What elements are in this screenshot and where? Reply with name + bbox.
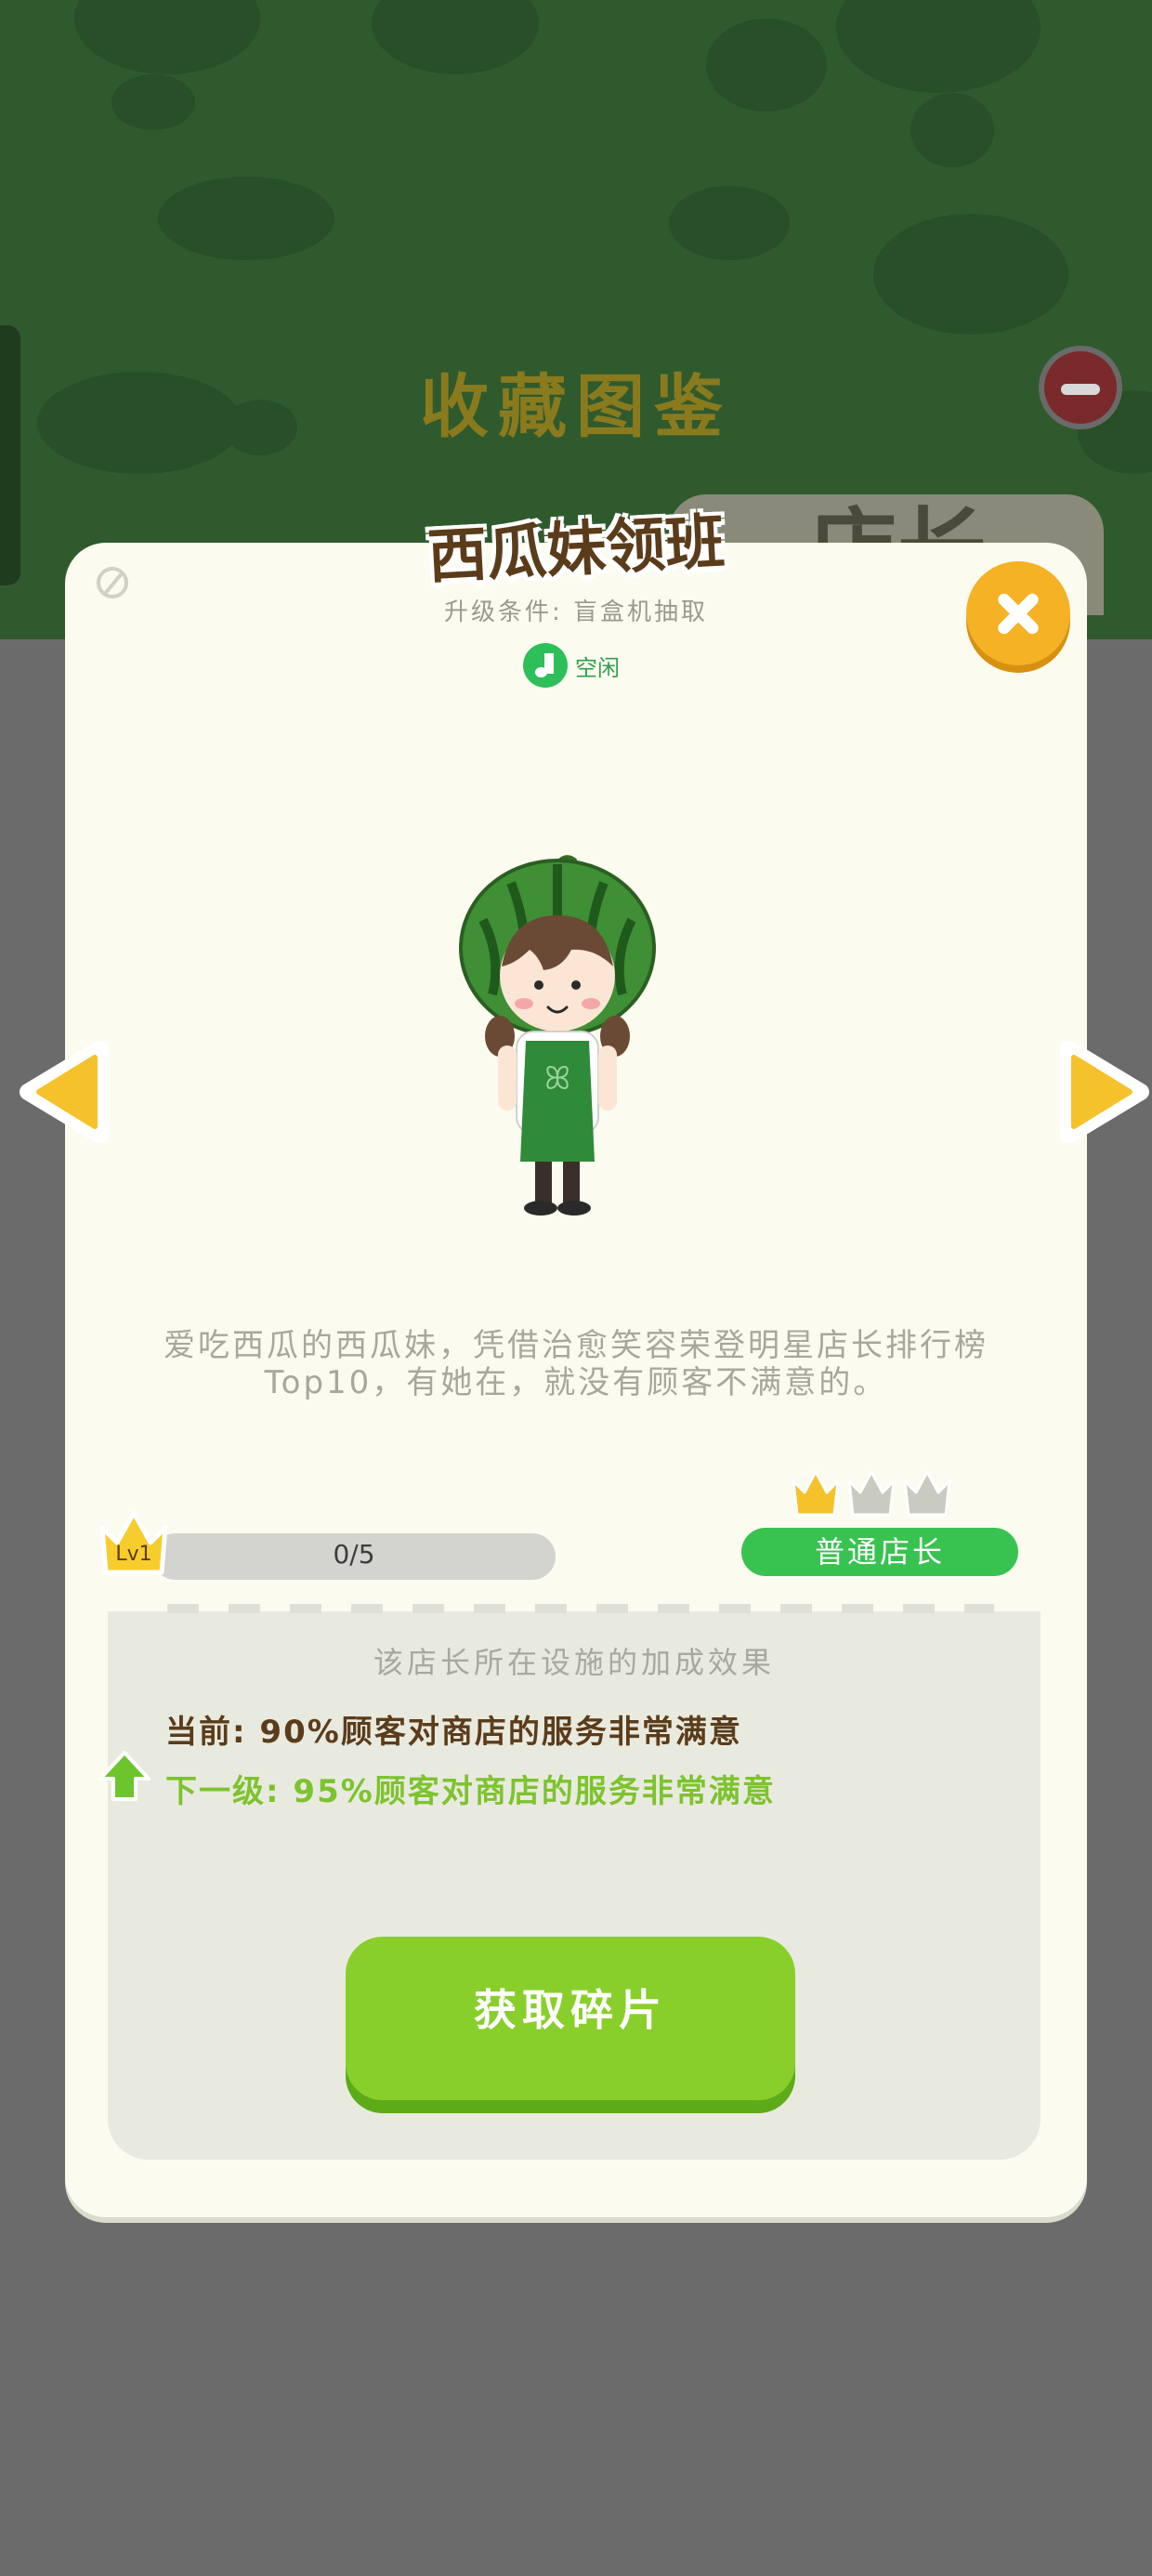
next-arrow-icon[interactable] [1048, 1041, 1150, 1143]
svg-text:ꕤ: ꕤ [544, 1060, 570, 1097]
effects-title: 该店长所在设施的加成效果 [373, 1645, 775, 1680]
character-description: 爱吃西瓜的西瓜妹，凭借治愈笑容荣登明星店长排行榜Top10，有她在，就没有顾客不… [164, 1327, 988, 1401]
fragment-progress-bar: 0/5 [152, 1533, 556, 1580]
status-label: 空闲 [575, 654, 620, 681]
previous-arrow-icon[interactable] [19, 1041, 121, 1143]
close-button[interactable] [966, 561, 1070, 665]
watermelon-girl-illustration: ꕤ [459, 855, 656, 1216]
next-level-effect: 下一级: 95%顾客对商店的服务非常满意 [165, 1773, 776, 1810]
crown-empty-icon [903, 1470, 951, 1517]
crown-empty-icon [847, 1470, 896, 1517]
rank-crowns [790, 1468, 957, 1524]
progress-text: 0/5 [333, 1539, 375, 1570]
level-up-arrow-icon [98, 1751, 151, 1801]
minus-icon [1039, 346, 1122, 429]
panel-divider [167, 1604, 994, 1613]
level-badge: Lv1 [97, 1505, 171, 1580]
collection-title: 收藏图鉴 [420, 367, 732, 447]
get-fragments-button[interactable]: 获取碎片 [346, 1937, 795, 2100]
music-note-icon [523, 643, 568, 688]
level-label: Lv1 [115, 1543, 152, 1566]
rank-badge: 普通店长 [741, 1528, 1018, 1576]
status-indicator: 空闲 [523, 643, 620, 688]
current-effect: 当前: 90%顾客对商店的服务非常满意 [165, 1714, 742, 1751]
crown-filled-icon [792, 1470, 840, 1517]
